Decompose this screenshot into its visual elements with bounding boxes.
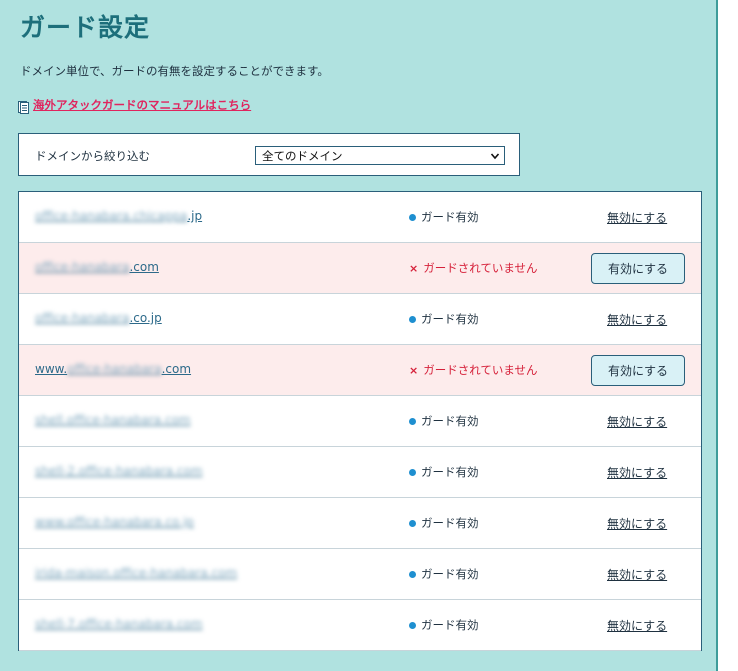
- status-dot-icon: [409, 519, 416, 527]
- guard-status: ガード有効: [409, 566, 479, 582]
- enable-guard-button[interactable]: 有効にする: [591, 253, 685, 284]
- domain-link[interactable]: shell-7.office-hanabara.com: [35, 617, 203, 631]
- guard-settings-panel: ガード設定 ドメイン単位で、ガードの有無を設定することができます。 海外アタック…: [0, 0, 718, 671]
- guard-status: ガード有効: [409, 617, 479, 633]
- domain-link[interactable]: shell-2.office-hanabara.com: [35, 464, 203, 478]
- guard-status: ガード有効: [409, 209, 479, 225]
- domain-link[interactable]: irida-maison.office-hanabara.com: [35, 566, 237, 580]
- filter-selected-value: 全てのドメイン: [262, 149, 343, 163]
- table-row: irida-maison.office-hanabara.com ガード有効 無効に…: [19, 549, 701, 600]
- guard-status-label: ガード有効: [421, 567, 479, 581]
- domain-link[interactable]: www.office-hanabara.co.jp: [35, 515, 194, 529]
- status-dot-icon: [409, 213, 416, 221]
- disable-guard-link[interactable]: 無効にする: [607, 566, 667, 583]
- guard-status-label: ガード有効: [421, 414, 479, 428]
- cross-icon: ×: [409, 363, 419, 377]
- guard-status: × ガードされていません: [409, 362, 538, 378]
- disable-guard-link[interactable]: 無効にする: [607, 209, 667, 226]
- guard-status: ガード有効: [409, 413, 479, 429]
- table-row: office-hanabara.chicappa.jp ガード有効 無効にする: [19, 192, 701, 243]
- disable-guard-link[interactable]: 無効にする: [607, 515, 667, 532]
- status-dot-icon: [409, 468, 416, 476]
- table-row: shell-2.office-hanabara.com ガード有効 無効にする: [19, 447, 701, 498]
- enable-guard-button[interactable]: 有効にする: [591, 355, 685, 386]
- domain-link[interactable]: shell.office-hanabara.com: [35, 413, 191, 427]
- status-dot-icon: [409, 570, 416, 578]
- domain-link[interactable]: office-hanabara.co.jp: [35, 311, 162, 325]
- status-dot-icon: [409, 621, 416, 629]
- guard-status: × ガードされていません: [409, 260, 538, 276]
- guard-status-label: ガード有効: [421, 516, 479, 530]
- manual-link[interactable]: 海外アタックガードのマニュアルはこちら: [33, 97, 251, 113]
- cross-icon: ×: [409, 261, 419, 275]
- guard-status-label: ガード有効: [421, 210, 479, 224]
- manual-link-row: 海外アタックガードのマニュアルはこちら: [18, 97, 251, 114]
- table-row: office-hanabara.com × ガードされていません 有効にする: [19, 243, 701, 294]
- domain-filter-select[interactable]: 全てのドメイン: [255, 146, 505, 165]
- guard-status: ガード有効: [409, 515, 479, 531]
- filter-label: ドメインから絞り込む: [35, 149, 150, 163]
- domain-link[interactable]: office-hanabara.chicappa.jp: [35, 209, 202, 223]
- document-icon: [18, 99, 29, 114]
- guard-status-label: ガード有効: [421, 465, 479, 479]
- table-row: shell-7.office-hanabara.com ガード有効 無効にする: [19, 600, 701, 651]
- status-dot-icon: [409, 315, 416, 323]
- guard-status: ガード有効: [409, 311, 479, 327]
- chevron-down-icon: [490, 150, 500, 164]
- table-row: www.office-hanabara.co.jp ガード有効 無効にする: [19, 498, 701, 549]
- guard-status: ガード有効: [409, 464, 479, 480]
- table-row: www.office-hanabara.com × ガードされていません 有効にする: [19, 345, 701, 396]
- disable-guard-link[interactable]: 無効にする: [607, 464, 667, 481]
- guard-status-label: ガード有効: [421, 618, 479, 632]
- table-row: office-hanabara.co.jp ガード有効 無効にする: [19, 294, 701, 345]
- domain-filter: ドメインから絞り込む 全てのドメイン: [18, 133, 520, 176]
- domain-link[interactable]: office-hanabara.com: [35, 260, 159, 274]
- disable-guard-link[interactable]: 無効にする: [607, 311, 667, 328]
- page-description: ドメイン単位で、ガードの有無を設定することができます。: [20, 64, 329, 78]
- domain-table: office-hanabara.chicappa.jp ガード有効 無効にする off…: [18, 191, 702, 651]
- disable-guard-link[interactable]: 無効にする: [607, 617, 667, 634]
- disable-guard-link[interactable]: 無効にする: [607, 413, 667, 430]
- guard-status-label: ガードされていません: [423, 363, 538, 377]
- table-row: shell.office-hanabara.com ガード有効 無効にする: [19, 396, 701, 447]
- page-title: ガード設定: [20, 13, 151, 42]
- guard-status-label: ガード有効: [421, 312, 479, 326]
- guard-status-label: ガードされていません: [423, 261, 538, 275]
- status-dot-icon: [409, 417, 416, 425]
- domain-link[interactable]: www.office-hanabara.com: [35, 362, 191, 376]
